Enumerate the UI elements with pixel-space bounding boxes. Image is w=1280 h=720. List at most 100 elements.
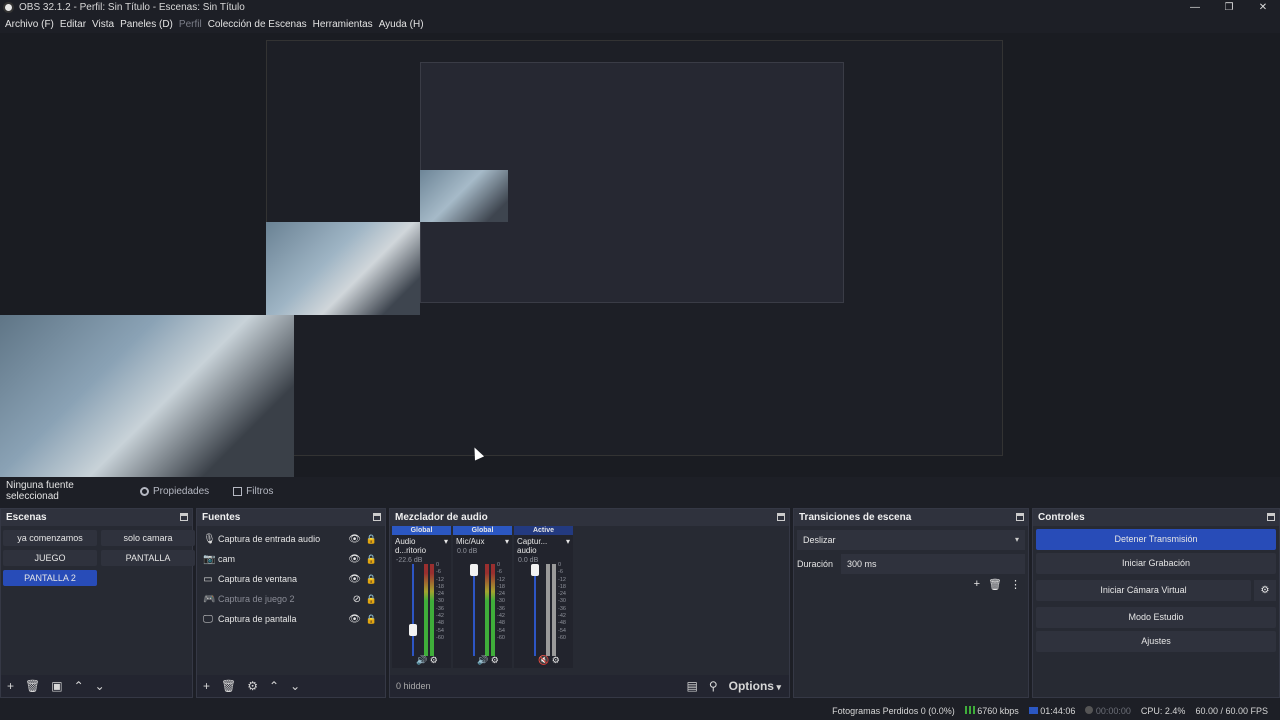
cpu-usage: CPU: 2.4% <box>1140 706 1186 716</box>
undock-icon[interactable] <box>373 513 381 521</box>
meter-tick-label: -12 <box>436 576 444 583</box>
menu-coleccion-escenas[interactable]: Colección de Escenas <box>208 19 307 30</box>
source-row[interactable]: 🎮 Captura de juego 2 ⊘ 🔒 <box>197 589 385 609</box>
undock-icon[interactable] <box>1267 513 1275 521</box>
fader-handle[interactable] <box>470 564 478 576</box>
properties-button[interactable]: Propiedades <box>140 486 209 497</box>
minimize-button[interactable]: — <box>1178 0 1212 15</box>
volume-fader[interactable] <box>534 564 536 656</box>
transition-select[interactable]: Deslizar ▾ <box>797 530 1025 550</box>
scene-transitions-dock: Transiciones de escena Deslizar ▾ Duració… <box>793 508 1029 698</box>
volume-fader[interactable] <box>412 564 414 656</box>
trash-icon[interactable]: 🗑 <box>25 679 40 693</box>
menu-herramientas[interactable]: Herramientas <box>313 19 373 30</box>
meter-tick-label: -60 <box>436 634 444 641</box>
lock-icon[interactable]: 🔒 <box>366 554 377 565</box>
trash-icon[interactable]: 🗑 <box>988 578 1002 591</box>
scene-juego[interactable]: JUEGO <box>3 550 97 566</box>
speaker-icon[interactable]: 🔊 <box>477 655 488 665</box>
properties-bar: Ninguna fuente seleccionad Propiedades F… <box>0 480 1280 502</box>
gear-icon[interactable]: ⚙ <box>552 655 560 665</box>
menu-bar: Archivo (F) Editar Vista Paneles (D) Per… <box>0 15 1280 33</box>
stop-stream-button[interactable]: Detener Transmisión <box>1036 529 1276 550</box>
level-meter <box>430 564 434 656</box>
source-row[interactable]: 🎙 Captura de entrada audio 👁 🔒 <box>197 529 385 549</box>
undock-icon[interactable] <box>1016 513 1024 521</box>
fader-handle[interactable] <box>409 624 417 636</box>
filters-button[interactable]: Filtros <box>233 486 273 497</box>
eye-icon[interactable]: 👁 <box>348 534 361 545</box>
undock-icon[interactable] <box>180 513 188 521</box>
meter-tick-label: -48 <box>436 620 444 627</box>
source-label: Captura de ventana <box>218 574 298 584</box>
link-icon[interactable]: ⚲ <box>709 679 718 693</box>
duration-label: Duración <box>797 559 834 569</box>
meter-tick-label: -24 <box>558 591 566 598</box>
menu-vista[interactable]: Vista <box>92 19 114 30</box>
filter-icon[interactable]: ▣ <box>51 679 62 693</box>
options-button[interactable]: Options ▾ <box>729 679 781 693</box>
source-row[interactable]: 📷 cam 👁 🔒 <box>197 549 385 569</box>
trash-icon[interactable]: 🗑 <box>221 679 236 693</box>
up-arrow-icon[interactable]: ⌃ <box>74 679 84 693</box>
lock-icon[interactable]: 🔒 <box>366 594 377 605</box>
eye-hidden-icon[interactable]: ⊘ <box>353 594 361 605</box>
source-label: Captura de entrada audio <box>218 534 321 544</box>
maximize-button[interactable]: ❐ <box>1212 0 1246 15</box>
scene-solo-camara[interactable]: solo camara <box>101 530 195 546</box>
start-recording-button[interactable]: Iniciar Grabación <box>1036 553 1276 574</box>
gear-icon[interactable]: ⚙ <box>247 679 258 693</box>
layout-icon[interactable]: ▤ <box>687 679 698 693</box>
level-meter <box>485 564 489 656</box>
eye-icon[interactable]: 👁 <box>348 614 361 625</box>
add-icon[interactable]: + <box>203 679 210 693</box>
muted-speaker-icon[interactable]: 🔇 <box>538 655 549 665</box>
chevron-down-icon[interactable]: ▾ <box>505 537 509 546</box>
monitor-icon: 🖵 <box>203 613 213 625</box>
eye-icon[interactable]: 👁 <box>348 554 361 565</box>
close-button[interactable]: ✕ <box>1246 0 1280 15</box>
menu-perfil[interactable]: Perfil <box>179 19 202 30</box>
down-arrow-icon[interactable]: ⌄ <box>95 679 105 693</box>
menu-ayuda[interactable]: Ayuda (H) <box>379 19 424 30</box>
channel-name[interactable]: Mic/Aux <box>456 537 484 546</box>
undock-icon[interactable] <box>777 513 785 521</box>
menu-paneles[interactable]: Paneles (D) <box>120 19 173 30</box>
source-row[interactable]: 🖵 Captura de pantalla 👁 🔒 <box>197 609 385 629</box>
scene-pantalla-2[interactable]: PANTALLA 2 <box>3 570 97 586</box>
meter-tick-label: -54 <box>558 627 566 634</box>
duration-input[interactable]: 300 ms <box>841 554 1025 574</box>
meter-tick-label: -18 <box>497 583 505 590</box>
volume-fader[interactable] <box>473 564 475 656</box>
menu-editar[interactable]: Editar <box>60 19 86 30</box>
up-arrow-icon[interactable]: ⌃ <box>269 679 279 693</box>
meter-tick-label: -12 <box>558 576 566 583</box>
add-icon[interactable]: + <box>974 578 980 591</box>
lock-icon[interactable]: 🔒 <box>366 574 377 585</box>
add-icon[interactable]: + <box>7 679 14 693</box>
gear-icon[interactable]: ⚙ <box>430 655 438 665</box>
menu-archivo[interactable]: Archivo (F) <box>5 19 54 30</box>
chevron-down-icon[interactable]: ▾ <box>444 537 448 555</box>
hidden-count: 0 hidden <box>396 681 431 691</box>
settings-button[interactable]: Ajustes <box>1036 631 1276 652</box>
gear-icon[interactable]: ⚙ <box>491 655 499 665</box>
gear-icon[interactable]: ⚙ <box>1254 580 1276 601</box>
channel-name[interactable]: Captur... audio <box>517 537 566 555</box>
scene-ya-comenzamos[interactable]: ya comenzamos <box>3 530 97 546</box>
down-arrow-icon[interactable]: ⌄ <box>290 679 300 693</box>
source-row[interactable]: ▭ Captura de ventana 👁 🔒 <box>197 569 385 589</box>
lock-icon[interactable]: 🔒 <box>366 534 377 545</box>
fader-handle[interactable] <box>531 564 539 576</box>
virtual-camera-button[interactable]: Iniciar Cámara Virtual <box>1036 580 1251 601</box>
lock-icon[interactable]: 🔒 <box>366 614 377 625</box>
source-label: Captura de juego 2 <box>218 594 295 604</box>
scene-pantalla[interactable]: PANTALLA <box>101 550 195 566</box>
chevron-down-icon[interactable]: ▾ <box>566 537 570 555</box>
more-icon[interactable]: ⋮ <box>1010 578 1021 591</box>
speaker-icon[interactable]: 🔊 <box>416 655 427 665</box>
studio-mode-button[interactable]: Modo Estudio <box>1036 607 1276 628</box>
channel-name[interactable]: Audio d...ritorio <box>395 537 444 555</box>
meter-scale: 0 -6 -12 -18 -24 -30 -36 -42 -48 -54 -60 <box>436 562 444 642</box>
eye-icon[interactable]: 👁 <box>348 574 361 585</box>
